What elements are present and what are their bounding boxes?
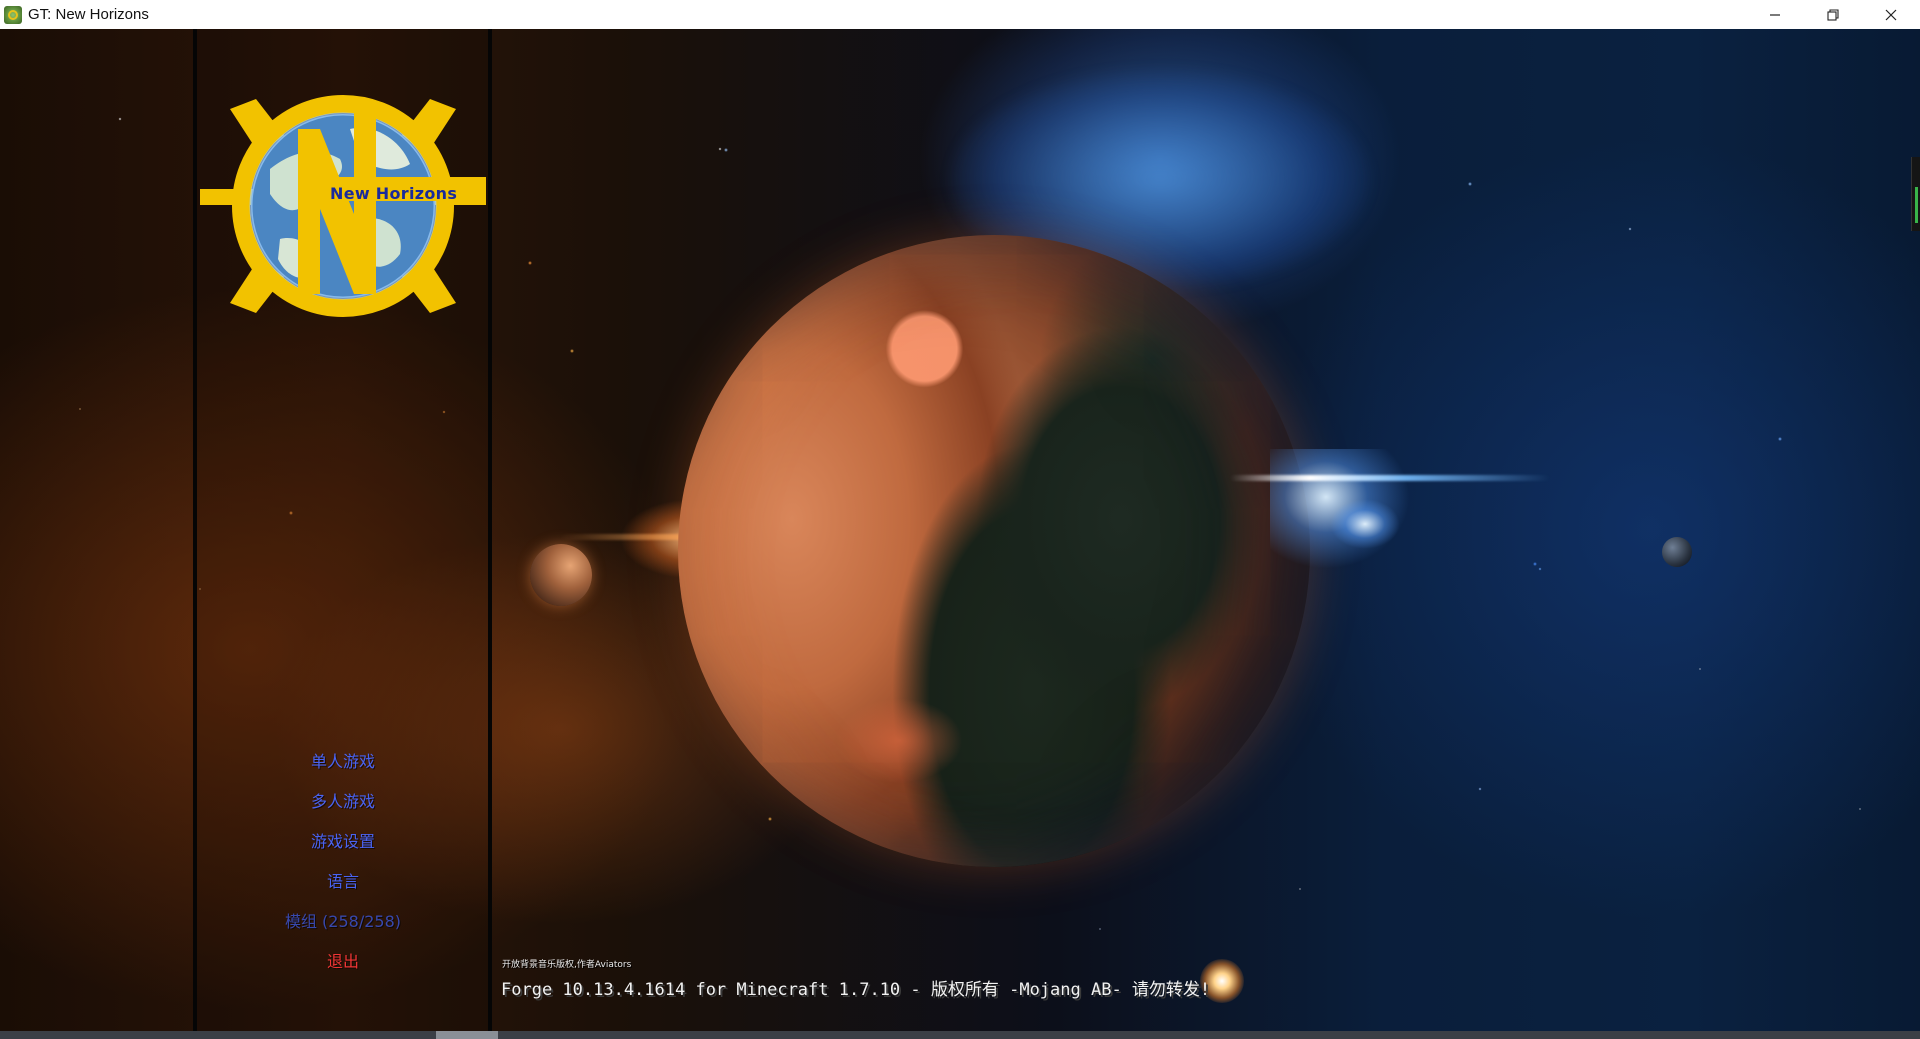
close-button[interactable] [1862, 0, 1920, 29]
language-button[interactable]: 语言 [197, 862, 489, 902]
restore-button[interactable] [1804, 0, 1862, 29]
new-horizons-logo [200, 95, 486, 317]
music-credit-text: 开放背景音乐版权,作者Aviators [502, 960, 632, 970]
singleplayer-button[interactable]: 单人游戏 [197, 742, 489, 782]
options-button[interactable]: 游戏设置 [197, 822, 489, 862]
minimize-button[interactable] [1746, 0, 1804, 29]
minimize-icon [1770, 13, 1780, 16]
star-glow-right [1330, 499, 1400, 549]
close-icon [1885, 9, 1897, 20]
quit-button[interactable]: 退出 [197, 942, 489, 982]
logo-text: New Horizons [330, 184, 458, 203]
game-window: GT: New Horizons New Horizons 单人游戏 多人游戏 … [0, 0, 1920, 1039]
main-planet [678, 235, 1310, 867]
window-controls [1746, 0, 1920, 29]
horizontal-scrollbar[interactable] [0, 1031, 1920, 1039]
title-bar[interactable]: GT: New Horizons [0, 0, 1920, 30]
scrollbar-thumb[interactable] [436, 1031, 498, 1039]
app-icon [4, 5, 22, 24]
restore-icon [1827, 8, 1839, 21]
lens-flare-right [1230, 475, 1550, 481]
main-menu-screen: New Horizons 单人游戏 多人游戏 游戏设置 语言 模组 (258/2… [0, 29, 1920, 1031]
side-handle[interactable] [1911, 157, 1920, 231]
window-title: GT: New Horizons [28, 6, 149, 23]
mods-button[interactable]: 模组 (258/258) [197, 902, 489, 942]
forge-version-text: Forge 10.13.4.1614 for Minecraft 1.7.10 … [501, 980, 1211, 1000]
main-menu: 单人游戏 多人游戏 游戏设置 语言 模组 (258/258) 退出 [197, 742, 489, 982]
multiplayer-button[interactable]: 多人游戏 [197, 782, 489, 822]
small-planet-left [530, 544, 592, 606]
small-planet-right [1662, 537, 1692, 567]
